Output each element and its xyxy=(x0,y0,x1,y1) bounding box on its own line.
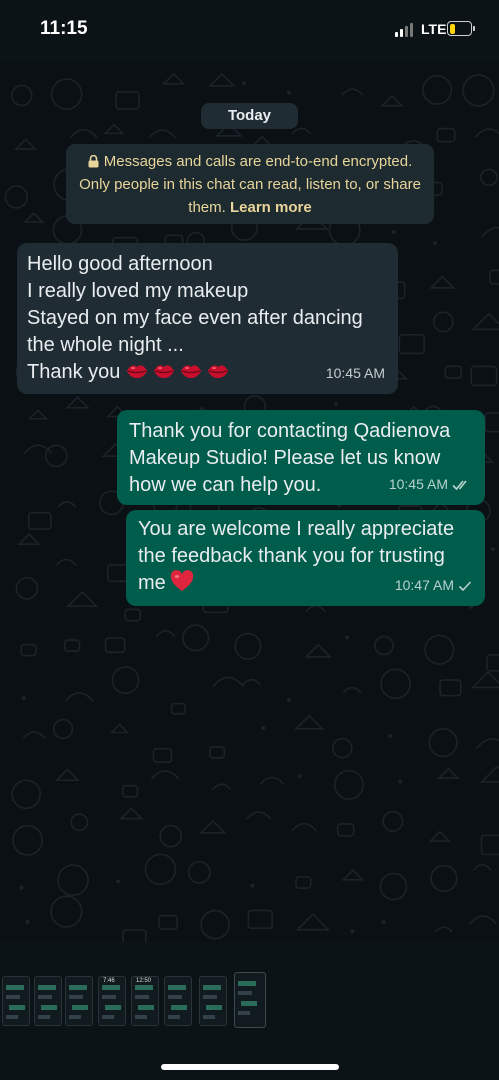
screenshot-thumbnail[interactable] xyxy=(234,972,266,1028)
lips-emoji xyxy=(180,365,201,378)
message-meta: 10:45 AM xyxy=(389,471,472,498)
screenshot-thumbnail[interactable] xyxy=(65,976,93,1026)
screenshot-thumbnail[interactable]: 7:46 xyxy=(98,976,126,1026)
outgoing-message[interactable]: Thank you for contacting Qadienova Makeu… xyxy=(117,410,485,505)
lips-emoji xyxy=(153,365,174,378)
status-time: 11:15 xyxy=(40,18,88,39)
red-heart-emoji xyxy=(170,570,193,591)
screenshot-thumbnail[interactable] xyxy=(199,976,227,1026)
screenshot-thumbnail[interactable] xyxy=(2,976,30,1026)
message-time: 10:47 AM xyxy=(394,577,454,593)
lips-emoji xyxy=(126,365,147,378)
double-check-icon xyxy=(452,480,467,491)
battery-icon xyxy=(447,21,475,36)
message-line: Thank you xyxy=(27,361,121,383)
message-meta: 10:47 AM xyxy=(395,572,472,599)
screenshot-strip: 7:46 12:50 xyxy=(0,942,499,1080)
cell-signal-icon xyxy=(395,23,415,37)
chat-area[interactable]: Today Messages and calls are end-to-end … xyxy=(0,62,499,942)
thumbnail-time: 7:46 xyxy=(103,978,115,984)
date-chip: Today xyxy=(201,103,298,129)
message-line: the whole night ... xyxy=(27,334,184,356)
encryption-notice[interactable]: Messages and calls are end-to-end encryp… xyxy=(66,144,434,224)
message-time: 10:45 AM xyxy=(388,476,448,492)
screenshot-thumbnail[interactable]: 12:50 xyxy=(131,976,159,1026)
home-indicator[interactable] xyxy=(161,1064,339,1070)
screenshot-thumbnail[interactable] xyxy=(34,976,62,1026)
network-type: LTE xyxy=(421,21,447,37)
learn-more-link[interactable]: Learn more xyxy=(230,199,312,216)
thumbnail-time: 12:50 xyxy=(136,978,152,984)
lips-emoji xyxy=(207,365,228,378)
incoming-message[interactable]: Hello good afternoon I really loved my m… xyxy=(17,243,398,394)
status-bar: 11:15 LTE xyxy=(0,0,499,62)
message-line: Hello good afternoon xyxy=(27,253,213,275)
message-line: I really loved my makeup xyxy=(27,280,249,302)
message-line: Stayed on my face even after dancing xyxy=(27,307,363,329)
lips-emoji-group xyxy=(126,361,234,383)
message-time: 10:45 AM xyxy=(325,365,385,381)
screenshot-thumbnail[interactable] xyxy=(164,976,192,1026)
lock-icon xyxy=(88,155,99,168)
single-check-icon xyxy=(458,581,472,592)
outgoing-message[interactable]: You are welcome I really appreciate the … xyxy=(126,510,485,606)
